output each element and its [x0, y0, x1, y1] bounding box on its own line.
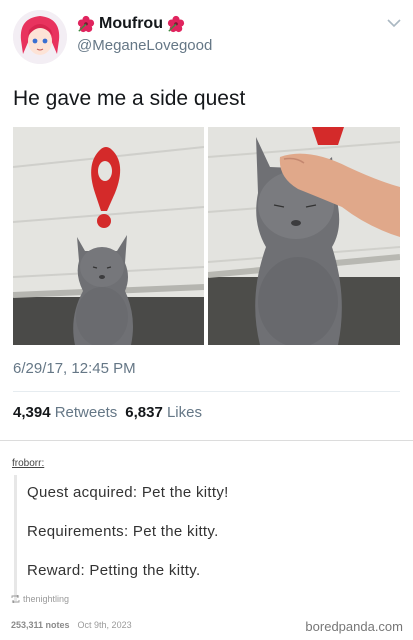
tweet-stats: 4,394 Retweets 6,837 Likes — [13, 404, 202, 421]
quote-line: Reward: Petting the kitty. — [27, 562, 201, 579]
watermark: boredpanda.com — [305, 619, 403, 634]
name-row: Moufrou — [77, 15, 185, 33]
tweet-card: Moufrou @MeganeLovegood He gave me a sid… — [0, 0, 413, 440]
post-footer: 253,311 notes Oct 9th, 2023 — [11, 620, 132, 630]
retweets-count: 4,394 — [13, 404, 51, 421]
user-handle[interactable]: @MeganeLovegood — [77, 37, 212, 54]
retweets-stat[interactable]: 4,394 Retweets — [13, 404, 117, 421]
notes-count[interactable]: 253,311 notes — [11, 620, 70, 630]
avatar[interactable] — [13, 10, 67, 64]
likes-label: Likes — [166, 404, 202, 421]
chevron-down-icon[interactable] — [387, 18, 401, 28]
display-name[interactable]: Moufrou — [99, 15, 163, 33]
quote-line: Requirements: Pet the kitty. — [27, 523, 219, 540]
post-quote: Quest acquired: Pet the kitty! Requireme… — [14, 475, 404, 601]
retweets-label: Retweets — [54, 404, 118, 421]
tweet-photo-petting-cat[interactable] — [208, 127, 400, 345]
reblog-username: thenightling — [23, 594, 70, 604]
tweet-timestamp[interactable]: 6/29/17, 12:45 PM — [13, 360, 136, 377]
likes-stat[interactable]: 6,837 Likes — [125, 404, 202, 421]
hibiscus-icon — [167, 15, 185, 33]
quote-line: Quest acquired: Pet the kitty! — [27, 484, 229, 501]
post-date: Oct 9th, 2023 — [77, 620, 132, 630]
post-username[interactable]: froborr: — [12, 458, 44, 469]
likes-count: 6,837 — [125, 404, 163, 421]
reblog-source[interactable]: thenightling — [11, 594, 69, 604]
hibiscus-icon — [77, 15, 95, 33]
reblog-icon — [11, 595, 20, 603]
divider — [13, 391, 400, 392]
tumblr-post: froborr: Quest acquired: Pet the kitty! … — [0, 440, 413, 640]
tweet-text: He gave me a side quest — [13, 87, 246, 110]
tweet-photo-cat-quest-marker[interactable] — [13, 127, 204, 345]
